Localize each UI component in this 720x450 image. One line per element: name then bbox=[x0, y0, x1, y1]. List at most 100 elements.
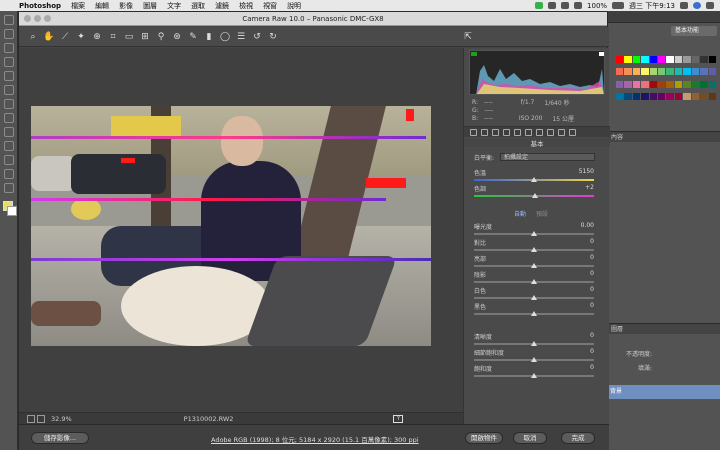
slider-thumb[interactable] bbox=[531, 231, 537, 236]
image-preview[interactable] bbox=[19, 48, 463, 412]
zoom-window-icon[interactable] bbox=[44, 15, 51, 22]
red-eye-tool-icon[interactable]: ⊛ bbox=[171, 31, 183, 43]
slider-thumb[interactable] bbox=[531, 357, 537, 362]
slider-value[interactable]: 0 bbox=[590, 332, 594, 339]
eyedropper-tool-icon[interactable] bbox=[3, 85, 14, 95]
color-swatch[interactable] bbox=[683, 68, 691, 76]
menu-item[interactable]: 說明 bbox=[282, 1, 306, 11]
color-swatch[interactable] bbox=[700, 68, 708, 76]
color-swatch[interactable] bbox=[658, 68, 666, 76]
slider-value[interactable]: 5150 bbox=[579, 168, 594, 175]
color-swatch[interactable] bbox=[674, 80, 683, 88]
targeted-adjustment-tool-icon[interactable]: ⊕ bbox=[91, 31, 103, 43]
slider-value[interactable]: 0.00 bbox=[581, 222, 594, 229]
color-swatch[interactable] bbox=[700, 80, 708, 88]
save-image-button[interactable]: 儲存影像... bbox=[31, 432, 89, 444]
color-swatch[interactable] bbox=[708, 56, 716, 63]
color-swatch[interactable] bbox=[683, 92, 691, 100]
color-swatch[interactable] bbox=[616, 92, 624, 100]
battery-percent[interactable]: 100% bbox=[587, 2, 607, 10]
color-swatch[interactable] bbox=[666, 80, 674, 88]
fullscreen-toggle-icon[interactable]: ⇱ bbox=[462, 31, 474, 43]
color-swatch[interactable] bbox=[691, 80, 700, 88]
color-swatch[interactable] bbox=[700, 56, 708, 63]
spot-removal-tool-icon[interactable]: ⚲ bbox=[155, 31, 167, 43]
menu-item[interactable]: 文字 bbox=[162, 1, 186, 11]
straighten-tool-icon[interactable]: ▭ bbox=[123, 31, 135, 43]
photo-preview[interactable] bbox=[31, 106, 431, 346]
zoom-tool-icon[interactable]: ⌕ bbox=[27, 31, 39, 43]
notification-icon[interactable] bbox=[706, 2, 714, 9]
battery-icon[interactable] bbox=[612, 2, 625, 9]
menu-item[interactable]: 視窗 bbox=[258, 1, 282, 11]
slider-10[interactable]: 飽和度 0 bbox=[474, 364, 602, 380]
color-swatch[interactable] bbox=[666, 56, 674, 63]
color-swatch[interactable] bbox=[641, 56, 649, 63]
color-swatch[interactable] bbox=[624, 56, 632, 63]
menu-item[interactable]: 濾鏡 bbox=[210, 1, 234, 11]
color-swatch[interactable] bbox=[674, 68, 683, 76]
workspace-switcher[interactable]: 基本功能 bbox=[671, 26, 717, 36]
slider-7[interactable]: 黑色 0 bbox=[474, 302, 602, 318]
slider-3[interactable]: 對比 0 bbox=[474, 238, 602, 254]
slider-8[interactable]: 清晰度 0 bbox=[474, 332, 602, 348]
bluetooth-icon[interactable] bbox=[548, 2, 557, 9]
crop-tool-icon[interactable] bbox=[3, 71, 14, 81]
slider-value[interactable]: 0 bbox=[590, 286, 594, 293]
color-swatch[interactable] bbox=[632, 68, 641, 76]
cancel-button[interactable]: 取消 bbox=[513, 432, 547, 444]
graduated-filter-icon[interactable]: ▮ bbox=[203, 31, 215, 43]
menu-item[interactable]: 檢視 bbox=[234, 1, 258, 11]
color-swatch[interactable] bbox=[616, 80, 624, 88]
slider-thumb[interactable] bbox=[532, 193, 539, 198]
properties-panel-tab[interactable]: 內容 bbox=[608, 131, 720, 142]
crop-tool-icon[interactable]: ⌗ bbox=[107, 31, 119, 43]
zoom-level[interactable]: 32.9% bbox=[51, 415, 72, 423]
history-brush-icon[interactable] bbox=[3, 141, 14, 151]
zoom-out-icon[interactable] bbox=[27, 414, 35, 423]
color-swatch[interactable] bbox=[691, 68, 700, 76]
slider-value[interactable]: 0 bbox=[590, 254, 594, 261]
color-swatch[interactable] bbox=[658, 80, 666, 88]
color-swatch[interactable] bbox=[641, 80, 649, 88]
color-swatch[interactable] bbox=[632, 80, 641, 88]
slider-value[interactable]: 0 bbox=[590, 238, 594, 245]
color-sampler-tool-icon[interactable]: ✦ bbox=[75, 31, 87, 43]
slider-1[interactable]: 色調 +2 bbox=[474, 184, 602, 200]
slider-value[interactable]: 0 bbox=[590, 270, 594, 277]
white-balance-tool-icon[interactable]: ⟋ bbox=[59, 31, 71, 43]
color-swatch[interactable] bbox=[649, 56, 658, 63]
color-swatch[interactable] bbox=[649, 92, 658, 100]
white-balance-select[interactable]: 拍攝設定 bbox=[500, 153, 596, 161]
color-swatch[interactable] bbox=[674, 56, 683, 63]
siri-icon[interactable] bbox=[693, 2, 701, 9]
presets-tab-icon[interactable] bbox=[558, 128, 565, 136]
swatches-panel[interactable] bbox=[616, 56, 716, 104]
tone-curve-tab-icon[interactable] bbox=[481, 128, 488, 136]
hand-tool-icon[interactable] bbox=[3, 183, 14, 193]
rotate-right-icon[interactable]: ↻ bbox=[267, 31, 279, 43]
camera-calibration-tab-icon[interactable] bbox=[547, 128, 554, 136]
color-swatch[interactable] bbox=[683, 56, 691, 63]
preferences-icon[interactable]: ☰ bbox=[235, 31, 247, 43]
color-swatch[interactable] bbox=[666, 92, 674, 100]
shadow-clip-warning-icon[interactable] bbox=[471, 52, 477, 56]
color-swatch[interactable] bbox=[632, 56, 641, 63]
color-swatch[interactable] bbox=[691, 56, 700, 63]
color-swatch[interactable] bbox=[691, 92, 700, 100]
move-tool-icon[interactable] bbox=[3, 15, 14, 25]
menu-item[interactable]: 圖層 bbox=[138, 1, 162, 11]
menu-item[interactable]: 檔案 bbox=[66, 1, 90, 11]
color-swatch[interactable] bbox=[649, 80, 658, 88]
slider-thumb[interactable] bbox=[531, 295, 537, 300]
color-swatch[interactable] bbox=[683, 80, 691, 88]
before-after-toggle[interactable]: Y bbox=[393, 414, 404, 423]
detail-tab-icon[interactable] bbox=[492, 128, 499, 136]
lens-tab-icon[interactable] bbox=[525, 128, 532, 136]
color-swatch[interactable] bbox=[641, 92, 649, 100]
color-swatch[interactable] bbox=[708, 80, 716, 88]
auto-link[interactable]: 自動 bbox=[514, 209, 526, 218]
line-icon[interactable] bbox=[535, 2, 544, 9]
slider-value[interactable]: 0 bbox=[590, 348, 594, 355]
menu-item[interactable]: 選取 bbox=[186, 1, 210, 11]
